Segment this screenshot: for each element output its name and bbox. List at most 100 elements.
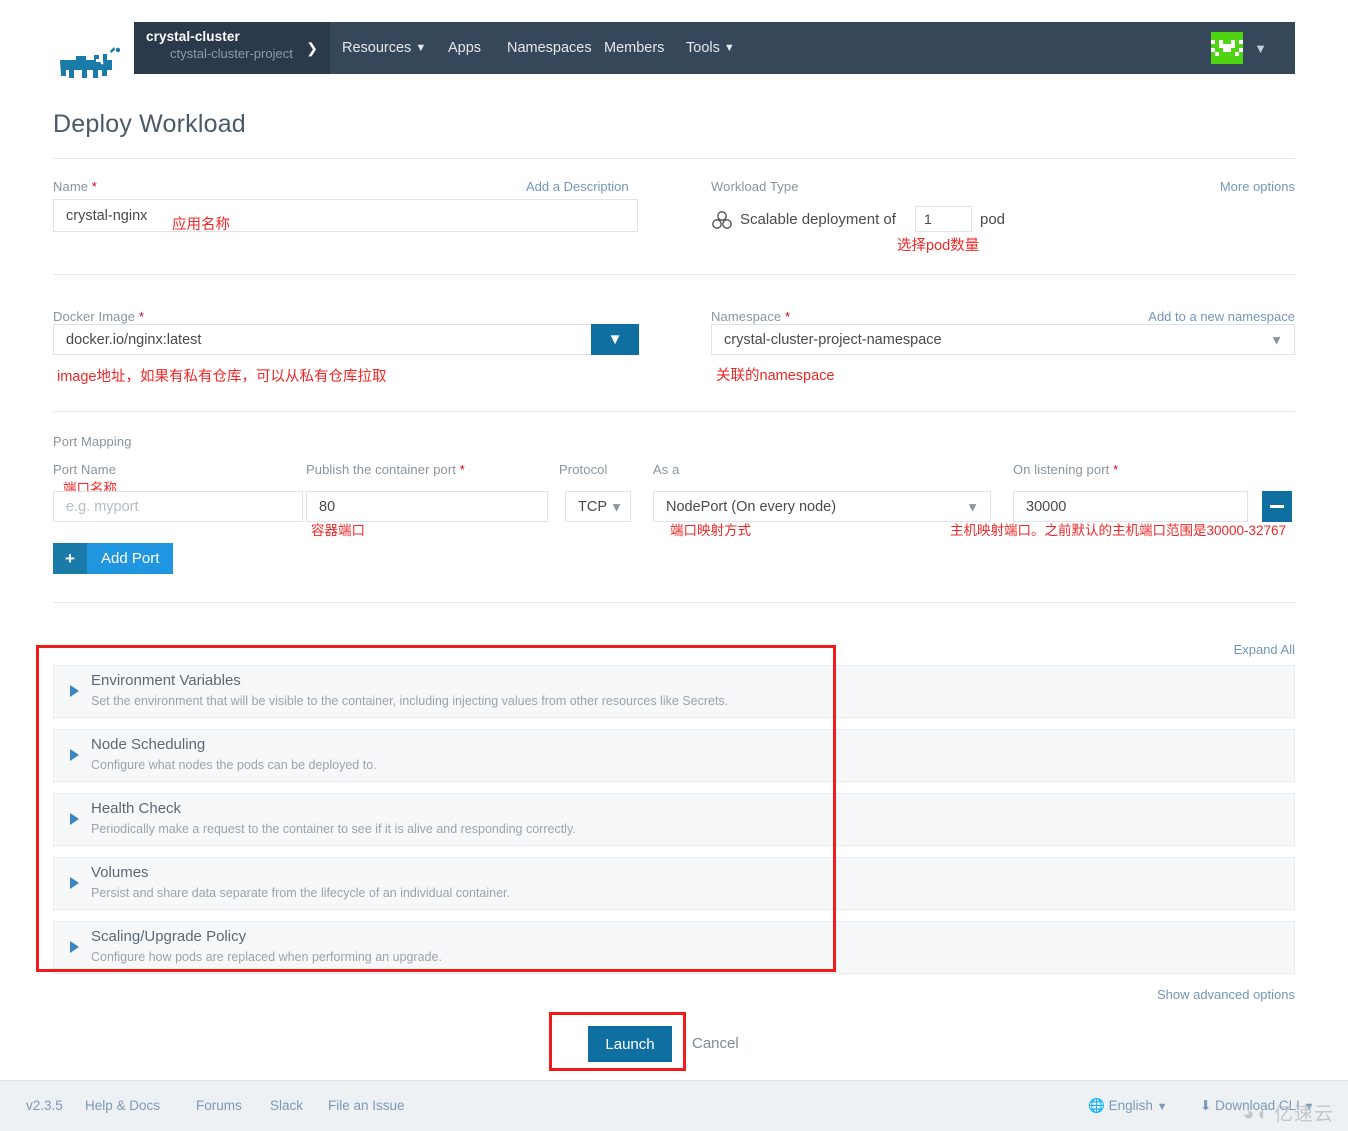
protocol-value: TCP [578,498,607,515]
workload-type-icon [711,210,733,235]
chevron-down-icon: ▼ [607,331,623,348]
required-marker: * [138,309,145,324]
accordion-volumes[interactable]: Volumes Persist and share data separate … [53,857,1295,910]
container-port-column-label: Publish the container port * [306,462,465,477]
project-name: ctystal-cluster-project [170,46,293,61]
docker-image-label: Docker Image * [53,309,145,324]
nav-bar: crystal-cluster ctystal-cluster-project … [134,22,1295,74]
accordion-title: Environment Variables [91,672,241,689]
nav-item-namespaces[interactable]: Namespaces [507,22,592,74]
accordion-title: Volumes [91,864,149,881]
triangle-right-icon [70,685,79,697]
language-selector[interactable]: 🌐 English ▼ [1088,1098,1168,1114]
protocol-column-label: Protocol [559,462,608,477]
chevron-down-icon: ▼ [1254,40,1267,56]
annotation-docker-image: image地址，如果有私有仓库，可以从私有仓库拉取 [57,369,387,385]
accordion-scaling-upgrade-policy[interactable]: Scaling/Upgrade Policy Configure how pod… [53,921,1295,974]
accordion-environment-variables[interactable]: Environment Variables Set the environmen… [53,665,1295,718]
annotation-as-a: 端口映射方式 [670,523,751,538]
cancel-button[interactable]: Cancel [692,1035,739,1052]
pod-count-input[interactable] [915,206,972,232]
cluster-name: crystal-cluster [146,29,240,44]
nav-label: Tools [686,40,720,56]
namespace-value: crystal-cluster-project-namespace [724,331,942,348]
nav-item-resources[interactable]: Resources ▼ [342,22,426,74]
annotation-listening-port: 主机映射端口。之前默认的主机端口范围是30000-32767 [950,523,1287,538]
listening-port-input[interactable] [1013,491,1248,522]
chevron-down-icon: ❯ [306,40,318,56]
watermark: ◕◖ 亿速云 [1243,1099,1334,1126]
more-options-link[interactable]: More options [1220,179,1295,194]
divider [53,274,1295,275]
nav-item-members[interactable]: Members [604,22,664,74]
required-marker: * [459,462,465,477]
footer: v2.3.5 Help & Docs Forums Slack File an … [0,1080,1348,1131]
workload-type-label: Workload Type [711,179,799,194]
chevron-down-icon: ▼ [610,499,623,514]
footer-link-forums[interactable]: Forums [196,1098,242,1113]
annotation-namespace: 关联的namespace [716,368,835,384]
triangle-right-icon [70,813,79,825]
as-a-select[interactable]: NodePort (On every node) ▼ [653,491,991,522]
nav-label: Resources [342,40,412,56]
docker-image-input[interactable] [53,324,592,355]
nav-label: Namespaces [507,40,592,56]
rancher-logo-icon[interactable] [52,46,124,88]
add-port-label: Add Port [87,543,174,574]
globe-icon: 🌐 [1088,1098,1105,1113]
avatar [1210,32,1243,64]
container-port-input[interactable] [306,491,548,522]
triangle-right-icon [70,749,79,761]
accordion-description: Persist and share data separate from the… [91,886,510,900]
nav-label: Apps [448,40,482,56]
accordion-title: Node Scheduling [91,736,206,753]
expand-all-link[interactable]: Expand All [1234,642,1295,657]
annotation-name: 应用名称 [172,217,230,233]
annotation-pod-count: 选择pod数量 [897,238,980,254]
minus-icon [1270,505,1284,508]
footer-link-slack[interactable]: Slack [270,1098,303,1113]
accordion-description: Configure how pods are replaced when per… [91,950,442,964]
required-marker: * [91,179,97,194]
docker-image-dropdown-button[interactable]: ▼ [591,324,639,355]
chevron-down-icon: ▼ [415,42,427,54]
add-description-link[interactable]: Add a Description [526,179,629,194]
footer-version: v2.3.5 [26,1098,63,1113]
user-menu[interactable]: ▼ [1210,32,1267,64]
divider [53,602,1295,603]
name-input[interactable] [53,199,638,232]
footer-link-file-an-issue[interactable]: File an Issue [328,1098,405,1113]
nav-label: Members [604,40,665,56]
as-a-column-label: As a [653,462,680,477]
workload-type-prefix: Scalable deployment of [740,211,896,228]
protocol-select[interactable]: TCP ▼ [565,491,631,522]
footer-link-help-docs[interactable]: Help & Docs [85,1098,160,1113]
triangle-right-icon [70,941,79,953]
port-name-column-label: Port Name [53,462,117,477]
add-new-namespace-link[interactable]: Add to a new namespace [1148,309,1295,324]
top-navigation: crystal-cluster ctystal-cluster-project … [0,22,1348,78]
watermark-icon: ◕◖ [1242,1104,1268,1125]
divider [53,158,1295,159]
language-label: English [1108,1098,1153,1113]
nav-item-tools[interactable]: Tools ▼ [686,22,735,74]
name-label: Name * [53,179,97,194]
accordion-health-check[interactable]: Health Check Periodically make a request… [53,793,1295,846]
cluster-project-selector[interactable]: crystal-cluster ctystal-cluster-project … [134,22,330,74]
accordion-description: Set the environment that will be visible… [91,694,729,708]
page-title: Deploy Workload [53,110,246,138]
namespace-select[interactable]: crystal-cluster-project-namespace ▼ [711,324,1295,355]
launch-button[interactable]: Launch [588,1026,672,1062]
watermark-text: 亿速云 [1273,1104,1334,1125]
port-name-input[interactable] [53,491,303,522]
workload-type-suffix: pod [980,211,1006,228]
accordion-node-scheduling[interactable]: Node Scheduling Configure what nodes the… [53,729,1295,782]
divider [53,411,1295,412]
remove-port-button[interactable] [1262,491,1292,522]
listening-port-column-label: On listening port * [1013,462,1119,477]
nav-item-apps[interactable]: Apps [448,22,481,74]
add-port-button[interactable]: + Add Port [53,543,174,574]
chevron-down-icon: ▼ [1270,332,1283,347]
show-advanced-options-link[interactable]: Show advanced options [1157,987,1295,1002]
port-mapping-label: Port Mapping [53,434,132,449]
